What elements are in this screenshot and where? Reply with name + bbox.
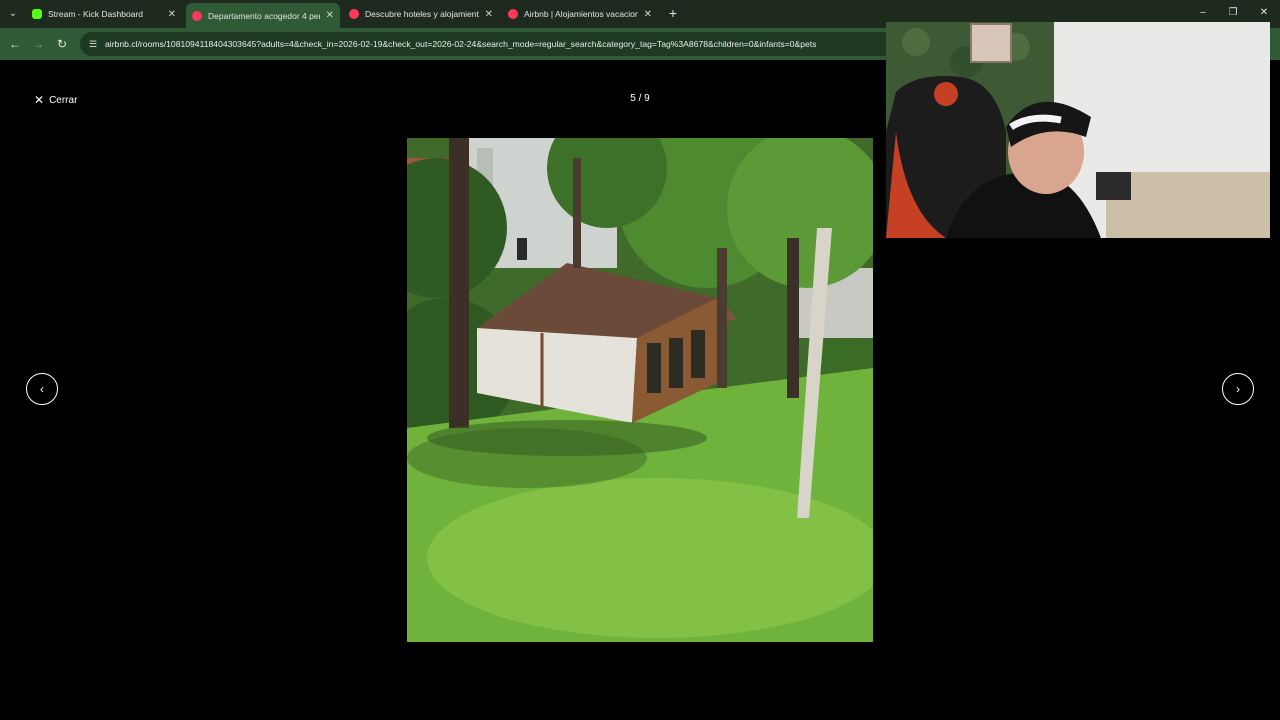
tab-close-icon[interactable]: ✕ <box>485 9 493 20</box>
tab-close-icon[interactable]: ✕ <box>168 9 176 20</box>
previous-photo-button[interactable]: ‹ <box>26 373 58 405</box>
chevron-left-icon: ‹ <box>40 382 44 396</box>
minimize-icon[interactable]: – <box>1190 4 1216 22</box>
close-icon: ✕ <box>34 93 45 107</box>
photo-counter: 5 / 9 <box>630 93 650 104</box>
cabin-garden-photo <box>407 138 873 642</box>
reload-icon[interactable]: ↻ <box>53 35 71 53</box>
window-close-icon[interactable]: ✕ <box>1251 4 1277 22</box>
streamer-webcam-feed <box>886 22 1270 238</box>
tab-kick-dashboard[interactable]: Stream - Kick Dashboard ✕ <box>26 3 182 25</box>
close-label: Cerrar <box>49 94 78 106</box>
address-bar[interactable]: ☰ airbnb.cl/rooms/1081094118404303645?ad… <box>80 32 900 56</box>
tab-title: Stream - Kick Dashboard <box>48 9 143 19</box>
airbnb-icon <box>349 9 359 19</box>
close-gallery-button[interactable]: ✕ Cerrar <box>34 91 77 109</box>
tab-title: Descubre hoteles y alojamiento <box>365 9 479 19</box>
tab-title: Airbnb | Alojamientos vacacion <box>524 9 638 19</box>
webcam-overlay <box>886 22 1270 238</box>
airbnb-icon <box>508 9 518 19</box>
tab-departamento-acogedor[interactable]: Departamento acogedor 4 pers ✕ <box>186 3 340 28</box>
tab-title: Departamento acogedor 4 pers <box>208 10 320 21</box>
site-info-icon[interactable]: ☰ <box>86 37 100 51</box>
new-tab-plus-icon[interactable]: + <box>664 4 682 22</box>
url-text[interactable]: airbnb.cl/rooms/1081094118404303645?adul… <box>105 32 895 56</box>
back-arrow-icon[interactable]: ← <box>6 35 24 53</box>
kick-icon <box>32 9 42 19</box>
airbnb-icon <box>192 10 202 21</box>
next-photo-button[interactable]: › <box>1222 373 1254 405</box>
tab-descubre-hoteles[interactable]: Descubre hoteles y alojamiento ✕ <box>343 3 499 25</box>
chevron-right-icon: › <box>1236 382 1240 396</box>
forward-arrow-icon[interactable]: → <box>29 35 47 53</box>
tab-close-icon[interactable]: ✕ <box>644 9 652 20</box>
tab-search-chevron-icon[interactable]: ⌄ <box>4 5 22 23</box>
tab-airbnb-alojamientos[interactable]: Airbnb | Alojamientos vacacion ✕ <box>502 3 658 25</box>
restore-icon[interactable]: ❐ <box>1220 4 1246 22</box>
listing-photo <box>407 138 873 642</box>
tab-close-icon[interactable]: ✕ <box>326 10 334 21</box>
